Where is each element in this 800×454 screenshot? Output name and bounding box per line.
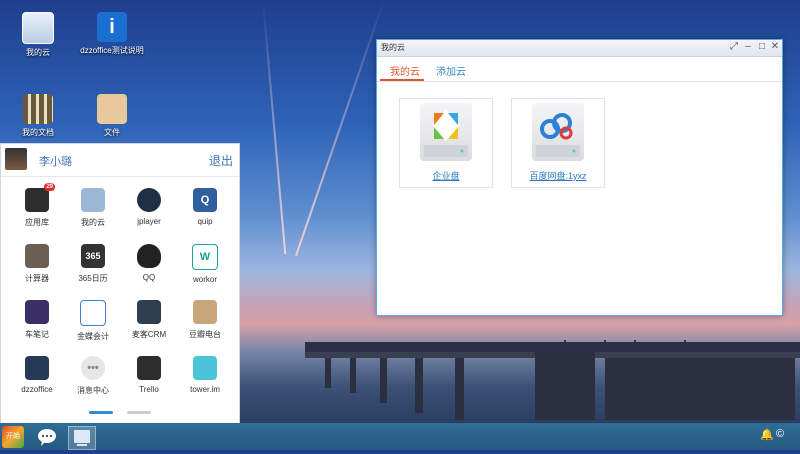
minimize-icon[interactable]: – [742,41,754,52]
app-label: quip [197,217,213,226]
app-label: 365日历 [78,274,108,283]
workor-icon: W [192,244,218,270]
baidu-netdisk-logo [536,113,580,157]
notification-badge: 29 [44,183,55,191]
tab-my-cloud[interactable]: 我的云 [390,63,420,78]
my-cloud-taskbar-button[interactable] [68,426,96,450]
cloud-icon [81,188,105,212]
page-indicator[interactable] [127,411,151,414]
window-tabs: 我的云 添加云 [377,57,782,82]
quip-app[interactable]: Q quip [177,188,233,226]
desktop-icon-folder[interactable]: 文件 [76,94,148,138]
enterprise-disk-card[interactable]: 企业盘 [399,98,493,188]
username[interactable]: 李小璐 [39,153,72,169]
page-indicator-active[interactable] [89,411,113,414]
app-label: 金蝶会计 [77,332,109,341]
app-label: tower.im [190,385,220,394]
drive-icon [420,103,472,161]
app-label: jplayer [137,217,161,226]
app-label: 豆瓣电台 [189,330,221,339]
trello-app[interactable]: Trello [121,356,177,394]
app-store-icon: 29 [25,183,55,212]
chat-icon[interactable] [36,426,58,448]
radio-icon [193,300,217,324]
card-label[interactable]: 百度网盘:1yxz [512,169,604,182]
card-label[interactable]: 企业盘 [400,169,492,182]
app-label: 车笔记 [25,330,49,339]
tower-im-app[interactable]: tower.im [177,356,233,394]
desktop-icon-label: dzzoffice测试说明 [80,46,144,55]
enterprise-disk-logo [424,109,468,157]
dzzoffice-app[interactable]: dzzoffice [9,356,65,394]
calendar-icon: 365 [81,244,105,268]
car-notes-app[interactable]: 车笔记 [9,300,65,340]
desktop-icon-label: 我的云 [26,48,50,57]
start-menu-header: 李小璐 退出 [1,144,239,177]
maike-crm-app[interactable]: 麦客CRM [121,300,177,340]
meteor-trail [262,0,287,255]
meteor-trail [295,0,385,256]
pier-silhouette [305,340,800,420]
my-cloud-app[interactable]: 我的云 [65,188,121,228]
folder-icon [97,94,127,124]
douban-radio-app[interactable]: 豆瓣电台 [177,300,233,340]
close-icon[interactable]: ✕ [769,41,781,52]
penguin-icon [137,244,161,268]
library-books-icon [23,94,53,124]
maximize-icon[interactable]: □ [756,41,768,52]
notification-bell-icon[interactable]: 🔔 [760,428,774,441]
jplayer-app[interactable]: jplayer [121,188,177,226]
quip-icon: Q [193,188,217,212]
start-menu: 李小璐 退出 29 应用库 我的云 jplayer Q quip 计算器 365… [0,143,240,425]
app-label: 计算器 [25,274,49,283]
active-tab-indicator [380,79,424,81]
workor-app[interactable]: W workor [177,244,233,284]
window-titlebar[interactable]: 我的云 ⤢ – □ ✕ [377,40,782,57]
taskbar: 开始 🔔 © [0,423,800,450]
drive-icon [532,103,584,161]
trello-icon [137,356,161,380]
window-title: 我的云 [381,43,405,52]
desktop-icon-my-cloud[interactable]: 我的云 [2,12,74,58]
qq-app[interactable]: QQ [121,244,177,282]
app-label: QQ [142,273,156,282]
dzzoffice-icon [25,356,49,380]
message-icon: ••• [81,356,105,380]
kingdee-accounting-app[interactable]: 金蝶会计 [65,300,121,342]
calendar-365-app[interactable]: 365 365日历 [65,244,121,284]
tab-add-cloud[interactable]: 添加云 [436,63,466,78]
tower-icon [193,356,217,380]
notebook-icon [25,300,49,324]
app-store-app[interactable]: 29 应用库 [9,183,65,228]
my-cloud-window: 我的云 ⤢ – □ ✕ 我的云 添加云 企业盘 百度网盘:1yxz [376,39,783,316]
fullscreen-icon[interactable]: ⤢ [728,41,740,52]
cloud-icon [22,12,54,44]
desktop-icon-dzzoffice-readme[interactable]: i dzzoffice测试说明 [76,12,148,56]
logout-button[interactable]: 退出 [209,152,233,169]
app-label: 应用库 [25,218,49,227]
desktop-icon-label: 我的文档 [22,128,54,137]
cloud-icon [74,430,90,446]
baidu-netdisk-card[interactable]: 百度网盘:1yxz [511,98,605,188]
app-label: 麦客CRM [131,330,167,339]
info-icon: i [97,12,127,42]
app-label: Trello [139,385,159,394]
app-label: dzzoffice [21,385,53,394]
app-label: 我的云 [81,218,105,227]
calculator-icon [25,244,49,268]
app-label: 消息中心 [77,386,109,395]
avatar[interactable] [5,148,27,170]
copyright-icon[interactable]: © [776,428,784,440]
calculator-app[interactable]: 计算器 [9,244,65,284]
desktop-icon-my-documents[interactable]: 我的文档 [2,94,74,138]
desktop-icon-label: 文件 [104,128,120,137]
app-label: workor [192,275,217,284]
start-button[interactable]: 开始 [2,426,24,448]
kingdee-icon [80,300,106,326]
crm-icon [137,300,161,324]
speaker-icon [137,188,161,212]
message-center-app[interactable]: ••• 消息中心 [65,356,121,396]
